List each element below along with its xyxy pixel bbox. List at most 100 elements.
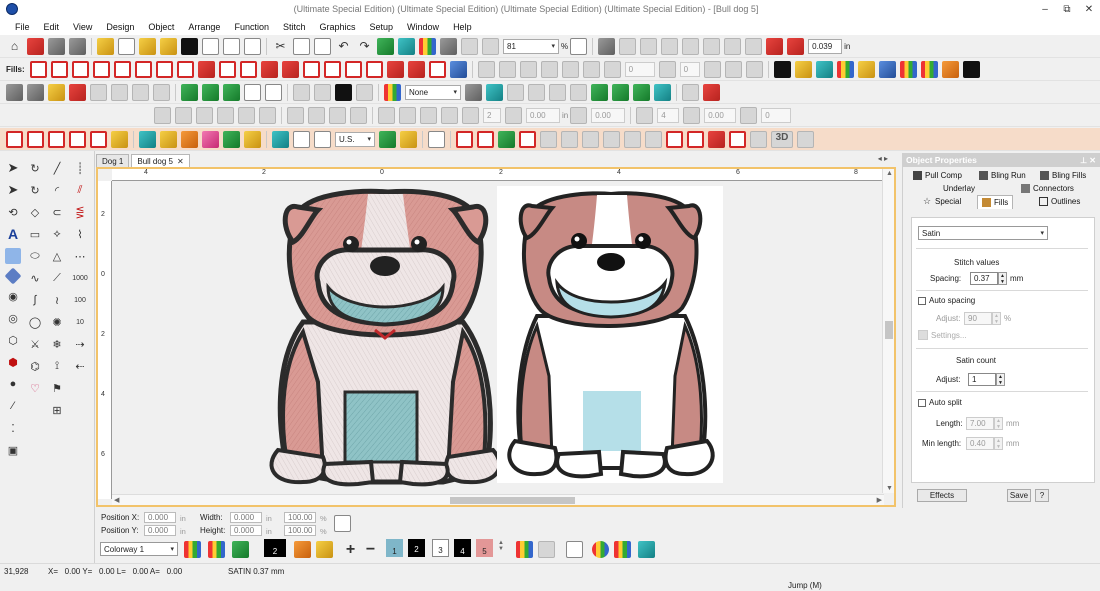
- paste-icon[interactable]: [314, 37, 331, 55]
- rotate-left-icon[interactable]: [603, 60, 621, 78]
- tshirt-color-icon[interactable]: [232, 541, 249, 558]
- wreath-count-input[interactable]: 4: [657, 107, 680, 123]
- scale-x-input[interactable]: 100.00: [284, 512, 316, 523]
- stop-icon[interactable]: [787, 37, 805, 55]
- tab-nav-arrows[interactable]: ◂ ▸: [878, 154, 888, 163]
- distort-icon[interactable]: [724, 60, 742, 78]
- fill-zigzag-icon[interactable]: [29, 60, 47, 78]
- min-length-input[interactable]: 0.40: [966, 437, 994, 450]
- menu-view[interactable]: View: [66, 22, 99, 32]
- flower-stitch-icon[interactable]: [708, 130, 725, 148]
- home-icon[interactable]: ⌂: [6, 38, 23, 55]
- copy-icon[interactable]: [293, 37, 310, 55]
- tab-connectors[interactable]: Connectors: [1021, 184, 1074, 193]
- knife-icon[interactable]: [27, 83, 44, 101]
- record-icon[interactable]: [766, 37, 784, 55]
- wreath-icon[interactable]: [636, 106, 654, 124]
- fill-waves-icon[interactable]: [176, 60, 194, 78]
- color-film-icon[interactable]: [419, 37, 436, 55]
- drawing-area[interactable]: [113, 182, 880, 495]
- unlock-icon[interactable]: [153, 83, 170, 101]
- flag-icon[interactable]: ⚑: [49, 380, 65, 396]
- zoom-box-icon[interactable]: [461, 37, 478, 55]
- tab-fills[interactable]: Fills: [977, 195, 1014, 209]
- align-bottom-icon[interactable]: [259, 106, 276, 124]
- fill-loops-icon[interactable]: [134, 60, 152, 78]
- offset-input[interactable]: 0.00: [591, 107, 626, 123]
- envelope-icon[interactable]: [745, 60, 763, 78]
- new-document-icon[interactable]: [118, 37, 135, 55]
- node-icon[interactable]: ⟡: [49, 226, 65, 242]
- rotate-input[interactable]: 0: [679, 61, 700, 77]
- person-icon[interactable]: [941, 60, 959, 78]
- picture-icon[interactable]: [139, 130, 156, 148]
- stitch-back-icon[interactable]: ⇠: [72, 358, 88, 374]
- stitch-1000-icon[interactable]: 1000: [72, 270, 88, 286]
- transform-icon[interactable]: [477, 60, 495, 78]
- fill-swirl-icon[interactable]: [365, 60, 383, 78]
- adjust-spinner[interactable]: ▲ ▼: [992, 312, 1001, 325]
- angle-input[interactable]: 0: [624, 61, 655, 77]
- tab-outlines[interactable]: Outlines: [1039, 197, 1080, 206]
- octagon-icon[interactable]: ⬢: [5, 354, 21, 370]
- position-y-input[interactable]: 0.000: [144, 525, 176, 536]
- menu-stitch[interactable]: Stitch: [276, 22, 313, 32]
- ungroup-icon[interactable]: [111, 83, 128, 101]
- color-bars-icon[interactable]: [184, 541, 201, 558]
- effects-button[interactable]: Effects: [917, 489, 967, 502]
- radius-icon[interactable]: [683, 106, 701, 124]
- fill-checker-icon[interactable]: [260, 60, 278, 78]
- star-icon[interactable]: [160, 130, 177, 148]
- step-fill-icon[interactable]: [48, 130, 65, 148]
- lock-proportions-icon[interactable]: [334, 515, 351, 532]
- panel-pin-close-icon[interactable]: ⊥ ✕: [1080, 156, 1096, 165]
- stitch-100-icon[interactable]: 100: [72, 292, 88, 308]
- appliqué-icon[interactable]: [111, 130, 128, 148]
- scale-icon[interactable]: [519, 60, 537, 78]
- eyedropper-icon[interactable]: [294, 541, 311, 558]
- menu-object[interactable]: Object: [141, 22, 181, 32]
- array-count-input[interactable]: 2: [483, 107, 501, 123]
- exclude-icon[interactable]: [682, 37, 700, 55]
- break-icon[interactable]: [293, 83, 310, 101]
- spool-icon[interactable]: [638, 541, 655, 558]
- space-evenly-icon[interactable]: [308, 106, 325, 124]
- fill-grid-icon[interactable]: [197, 60, 215, 78]
- close-icon[interactable]: ✕: [177, 157, 184, 166]
- vertical-scrollbar[interactable]: ▲ ▼: [882, 169, 894, 493]
- grid-tiles-icon[interactable]: [293, 130, 310, 148]
- fill-stripes-icon[interactable]: [71, 60, 89, 78]
- menu-function[interactable]: Function: [227, 22, 276, 32]
- offset-arrow-icon[interactable]: [570, 106, 588, 124]
- tab-bling-fills[interactable]: Bling Fills: [1040, 171, 1086, 180]
- satin-adjust-spinner[interactable]: ▲ ▼: [996, 373, 1005, 386]
- align-left-icon[interactable]: [154, 106, 171, 124]
- outline-icon[interactable]: [244, 83, 261, 101]
- tab-bull-dog-5[interactable]: Bull dog 5 ✕: [131, 154, 190, 167]
- shape-icon[interactable]: [745, 37, 763, 55]
- cord-icon[interactable]: [797, 130, 814, 148]
- height-input[interactable]: 0.000: [230, 525, 262, 536]
- sphere-icon[interactable]: ●: [5, 376, 21, 392]
- stitch-10-icon[interactable]: 10: [72, 314, 88, 330]
- motif-tool-icon[interactable]: ⋯: [72, 248, 88, 264]
- auto-spacing-checkbox[interactable]: [918, 297, 926, 305]
- stitch-1-icon[interactable]: ⇢: [72, 336, 88, 352]
- spacing-input[interactable]: 0.37: [970, 272, 998, 285]
- shape-circle-icon[interactable]: ◯: [27, 314, 43, 330]
- spacing-spinner[interactable]: ▲ ▼: [998, 272, 1007, 285]
- spiral-2-icon[interactable]: ↻: [27, 182, 43, 198]
- fill-cross-icon[interactable]: [302, 60, 320, 78]
- color-ring-icon[interactable]: [592, 541, 609, 558]
- length-input[interactable]: 7.00: [966, 417, 994, 430]
- center-hoop-icon[interactable]: [350, 106, 367, 124]
- lock-aspect-icon[interactable]: [462, 106, 479, 124]
- spacing-input[interactable]: 0.00: [526, 107, 560, 123]
- weld-icon[interactable]: [619, 37, 637, 55]
- tab-pull-comp[interactable]: Pull Comp: [913, 171, 962, 180]
- fill-lace-icon[interactable]: [407, 60, 425, 78]
- color-merge-icon[interactable]: [612, 83, 629, 101]
- zigzag-run-icon[interactable]: [561, 130, 578, 148]
- diagonal-fill-icon[interactable]: [477, 130, 494, 148]
- repeat-icon[interactable]: [654, 83, 671, 101]
